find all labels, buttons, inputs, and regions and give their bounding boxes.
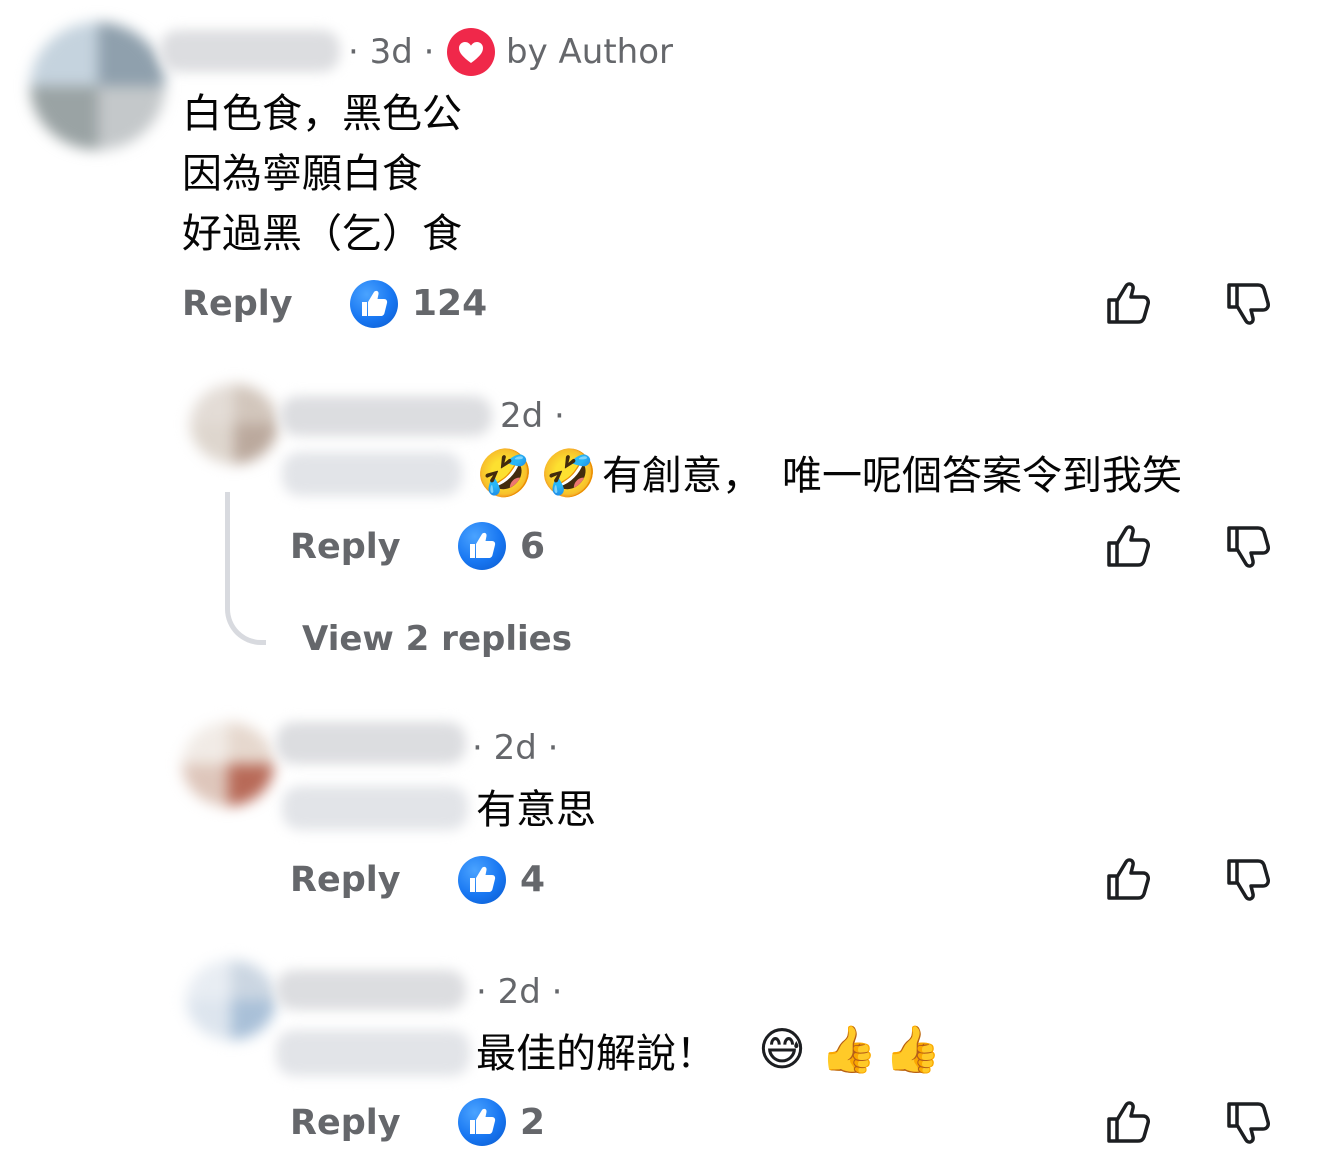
avatar[interactable] <box>30 22 165 150</box>
like-reaction-icon <box>458 856 506 904</box>
like-count: 124 <box>412 283 488 324</box>
thumbs-up-emoji: 👍 <box>884 1022 942 1076</box>
author-name[interactable] <box>276 1030 470 1076</box>
author-name[interactable] <box>276 722 466 764</box>
comment-line: 好過黑（乞）食 <box>182 211 462 257</box>
author-name[interactable] <box>276 970 466 1010</box>
comment-text: 有創意， 唯一呢個答案令到我笑 <box>602 453 1182 499</box>
thumbs-up-emoji: 👍 <box>820 1022 878 1076</box>
reply-button[interactable]: Reply <box>290 860 401 900</box>
thumbs-up-icon[interactable] <box>1104 855 1152 903</box>
reply-button[interactable]: Reply <box>182 284 293 324</box>
thumbs-down-icon[interactable] <box>1224 523 1272 571</box>
like-reaction-icon <box>350 280 398 328</box>
like-count: 2 <box>520 1102 546 1143</box>
rofl-emoji: 🤣 <box>476 446 534 500</box>
view-replies-link[interactable]: View 2 replies <box>302 619 572 659</box>
author-name[interactable] <box>282 452 462 496</box>
rofl-emoji: 🤣 <box>540 446 598 500</box>
comment-timestamp: · 3d · <box>348 32 435 72</box>
thumbs-up-icon[interactable] <box>1104 279 1152 327</box>
like-count: 4 <box>520 859 546 900</box>
author-name[interactable] <box>282 786 468 830</box>
comment-line: 白色食，黑色公 <box>182 91 462 137</box>
comment-text: 最佳的解說！ <box>476 1031 716 1077</box>
author-name[interactable] <box>280 396 492 436</box>
thumbs-down-icon[interactable] <box>1224 280 1272 328</box>
comment-timestamp: · 2d · <box>472 728 559 768</box>
thumbs-up-icon[interactable] <box>1104 522 1152 570</box>
comment-text: 有意思 <box>476 787 596 833</box>
thumbs-down-icon[interactable] <box>1224 856 1272 904</box>
like-reaction-icon <box>458 1098 506 1146</box>
reply-button[interactable]: Reply <box>290 1103 401 1143</box>
thumbs-up-icon[interactable] <box>1104 1098 1152 1146</box>
author-name[interactable] <box>160 30 340 72</box>
comment-timestamp: 2d · <box>500 396 565 436</box>
sweat-smile-emoji: 😅 <box>758 1022 806 1076</box>
like-count: 6 <box>520 526 546 567</box>
thread-line <box>225 492 266 645</box>
avatar[interactable] <box>182 722 274 806</box>
comment-line: 因為寧願白食 <box>182 151 422 197</box>
author-badge: by Author <box>506 32 673 72</box>
comment-timestamp: · 2d · <box>476 972 563 1012</box>
heart-icon <box>447 28 495 76</box>
avatar[interactable] <box>190 384 278 464</box>
thumbs-down-icon[interactable] <box>1224 1099 1272 1147</box>
reply-button[interactable]: Reply <box>290 527 401 567</box>
avatar[interactable] <box>186 960 276 1040</box>
like-reaction-icon <box>458 522 506 570</box>
